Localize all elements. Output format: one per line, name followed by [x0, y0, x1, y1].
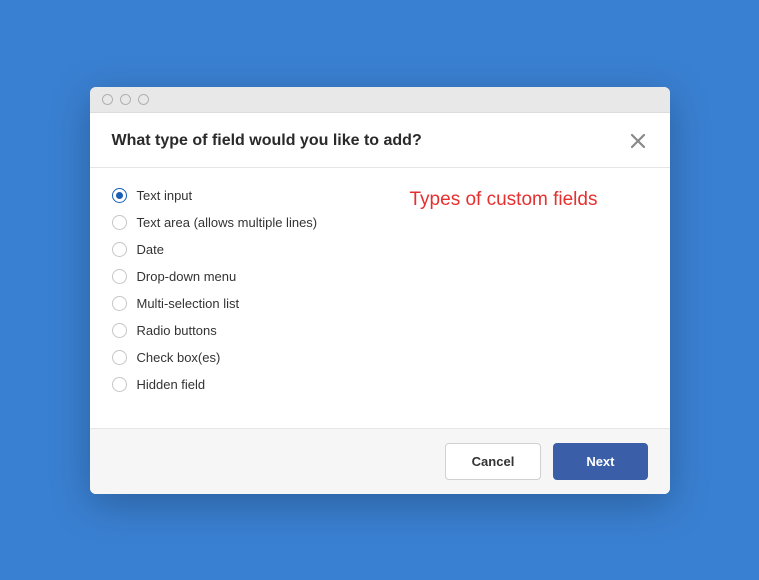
dialog-title: What type of field would you like to add…	[112, 132, 422, 150]
radio-option[interactable]: Date	[112, 242, 648, 257]
field-type-radio-group: Text input Text area (allows multiple lin…	[112, 188, 648, 392]
radio-icon	[112, 269, 127, 284]
radio-option[interactable]: Multi-selection list	[112, 296, 648, 311]
dialog-footer: Cancel Next	[90, 428, 670, 494]
close-icon	[630, 133, 646, 149]
window-frame: What type of field would you like to add…	[90, 87, 670, 494]
radio-option[interactable]: Check box(es)	[112, 350, 648, 365]
radio-option[interactable]: Radio buttons	[112, 323, 648, 338]
radio-label: Hidden field	[137, 377, 206, 392]
radio-icon	[112, 323, 127, 338]
radio-icon	[112, 377, 127, 392]
radio-option[interactable]: Drop-down menu	[112, 269, 648, 284]
titlebar	[90, 87, 670, 113]
radio-icon	[112, 350, 127, 365]
radio-label: Radio buttons	[137, 323, 217, 338]
radio-icon	[112, 242, 127, 257]
radio-label: Drop-down menu	[137, 269, 237, 284]
next-button[interactable]: Next	[553, 443, 647, 480]
radio-icon	[112, 215, 127, 230]
dialog-body: Text input Text area (allows multiple lin…	[90, 168, 670, 428]
traffic-light-close[interactable]	[102, 94, 113, 105]
radio-option[interactable]: Text area (allows multiple lines)	[112, 215, 648, 230]
radio-label: Date	[137, 242, 164, 257]
radio-option[interactable]: Hidden field	[112, 377, 648, 392]
annotation-label: Types of custom fields	[410, 186, 610, 215]
radio-icon	[112, 188, 127, 203]
radio-label: Multi-selection list	[137, 296, 240, 311]
traffic-light-zoom[interactable]	[138, 94, 149, 105]
close-button[interactable]	[628, 131, 648, 151]
radio-label: Check box(es)	[137, 350, 221, 365]
radio-label: Text input	[137, 188, 193, 203]
radio-icon	[112, 296, 127, 311]
traffic-light-minimize[interactable]	[120, 94, 131, 105]
dialog-header: What type of field would you like to add…	[90, 113, 670, 168]
cancel-button[interactable]: Cancel	[445, 443, 542, 480]
radio-label: Text area (allows multiple lines)	[137, 215, 318, 230]
